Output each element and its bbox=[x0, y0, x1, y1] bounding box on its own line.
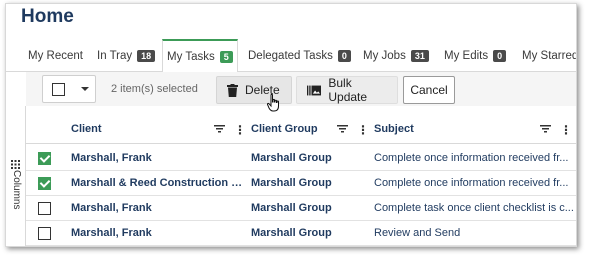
tab-label: My Tasks bbox=[167, 50, 215, 63]
cell-subject[interactable]: Review and Send bbox=[374, 227, 574, 239]
row-checkbox[interactable] bbox=[38, 152, 51, 165]
count-badge: 5 bbox=[219, 50, 233, 63]
filter-icon[interactable] bbox=[540, 125, 551, 133]
bulk-update-label: Bulk Update bbox=[328, 76, 368, 104]
tab-delegated-tasks[interactable]: Delegated Tasks 0 bbox=[244, 40, 355, 72]
column-header-client-group[interactable]: Client Group bbox=[251, 123, 318, 135]
count-badge: 0 bbox=[337, 50, 351, 62]
cancel-button[interactable]: Cancel bbox=[403, 76, 455, 104]
tab-in-tray[interactable]: In Tray 18 bbox=[93, 40, 159, 72]
tab-bar: My Recent In Tray 18 My Tasks 5 Delegate… bbox=[6, 39, 577, 72]
cell-subject[interactable]: Complete once information received fr... bbox=[374, 152, 574, 164]
tab-my-jobs[interactable]: My Jobs 31 bbox=[359, 40, 433, 72]
count-badge: 31 bbox=[410, 50, 429, 62]
column-menu-icon[interactable]: ⋮ bbox=[234, 123, 246, 137]
tab-label: Delegated Tasks bbox=[248, 50, 333, 62]
cell-client-group[interactable]: Marshall Group bbox=[251, 227, 371, 239]
cell-client[interactable]: Marshall, Frank bbox=[71, 202, 246, 214]
row-checkbox[interactable] bbox=[38, 177, 51, 190]
tab-my-edits[interactable]: My Edits 0 bbox=[440, 40, 510, 72]
chevron-down-icon[interactable] bbox=[81, 87, 89, 91]
table-row[interactable]: Marshall, Frank Marshall Group Review an… bbox=[26, 221, 576, 246]
bulk-update-icon bbox=[307, 85, 322, 95]
row-checkbox[interactable] bbox=[38, 202, 51, 215]
count-badge: 0 bbox=[493, 50, 507, 62]
bulk-action-toolbar: 2 item(s) selected Delete Bulk Update Ca… bbox=[26, 72, 576, 106]
app-window: Home My Recent In Tray 18 My Tasks 5 Del… bbox=[5, 3, 577, 247]
filter-icon[interactable] bbox=[337, 125, 348, 133]
selected-count: 2 item(s) selected bbox=[111, 83, 198, 95]
select-all-dropdown[interactable] bbox=[42, 75, 96, 103]
tab-my-tasks[interactable]: My Tasks 5 bbox=[162, 39, 238, 72]
column-menu-icon[interactable]: ⋮ bbox=[357, 123, 369, 137]
tab-label: My Recent bbox=[28, 50, 83, 62]
tab-label: My Jobs bbox=[363, 50, 406, 62]
filter-icon[interactable] bbox=[214, 125, 225, 133]
column-menu-icon[interactable]: ⋮ bbox=[560, 123, 572, 137]
cell-client-group[interactable]: Marshall Group bbox=[251, 177, 371, 189]
bulk-update-button[interactable]: Bulk Update bbox=[296, 76, 398, 104]
tab-my-starred[interactable]: My Starred bbox=[518, 40, 577, 72]
columns-grid-icon bbox=[11, 160, 20, 169]
tab-label: In Tray bbox=[97, 50, 133, 62]
row-checkbox[interactable] bbox=[38, 227, 51, 240]
cell-subject[interactable]: Complete task once client checklist is c… bbox=[374, 202, 574, 214]
cell-client-group[interactable]: Marshall Group bbox=[251, 202, 371, 214]
count-badge: 18 bbox=[137, 50, 156, 62]
column-header-client[interactable]: Client bbox=[71, 123, 102, 135]
table-header: Client ⋮ Client Group ⋮ Subject ⋮ bbox=[26, 118, 576, 144]
cell-client[interactable]: Marshall, Frank bbox=[71, 152, 246, 164]
cell-client[interactable]: Marshall & Reed Construction Ltd bbox=[71, 177, 246, 189]
table-row[interactable]: Marshall, Frank Marshall Group Complete … bbox=[26, 146, 576, 171]
table-row[interactable]: Marshall & Reed Construction Ltd Marshal… bbox=[26, 171, 576, 196]
tab-label: My Edits bbox=[444, 50, 489, 62]
hand-pointer-icon bbox=[267, 94, 279, 112]
tab-label: My Starred bbox=[522, 50, 577, 62]
table-row[interactable]: Marshall, Frank Marshall Group Complete … bbox=[26, 196, 576, 221]
cell-client-group[interactable]: Marshall Group bbox=[251, 152, 371, 164]
cell-subject[interactable]: Complete once information received fr... bbox=[374, 177, 574, 189]
trash-icon bbox=[227, 83, 238, 97]
column-header-subject[interactable]: Subject bbox=[374, 123, 414, 135]
page-title: Home bbox=[21, 6, 74, 27]
cancel-label: Cancel bbox=[410, 83, 448, 97]
columns-side-panel[interactable]: Columns bbox=[6, 106, 26, 246]
cell-client[interactable]: Marshall, Frank bbox=[71, 227, 246, 239]
columns-label: Columns bbox=[11, 170, 22, 210]
tab-my-recent[interactable]: My Recent bbox=[24, 40, 87, 72]
select-all-checkbox[interactable] bbox=[52, 83, 65, 96]
